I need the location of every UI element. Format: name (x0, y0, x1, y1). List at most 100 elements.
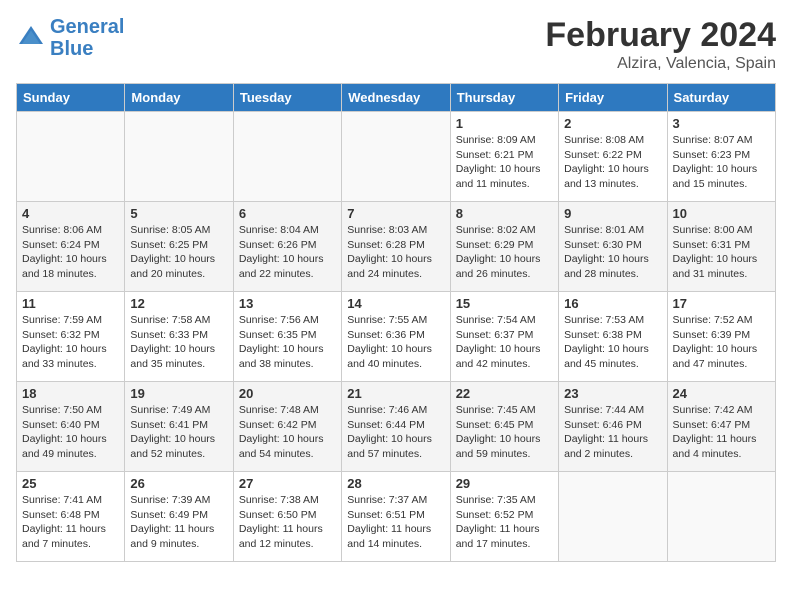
col-tuesday: Tuesday (233, 84, 341, 112)
calendar-cell: 13 Sunrise: 7:56 AM Sunset: 6:35 PM Dayli… (233, 292, 341, 382)
day-info: Sunrise: 8:02 AM Sunset: 6:29 PM Dayligh… (456, 223, 553, 282)
day-number: 20 (239, 386, 336, 401)
day-info: Sunrise: 8:06 AM Sunset: 6:24 PM Dayligh… (22, 223, 119, 282)
col-friday: Friday (559, 84, 667, 112)
logo-line1: General (50, 16, 124, 38)
day-number: 15 (456, 296, 553, 311)
day-number: 23 (564, 386, 661, 401)
day-number: 8 (456, 206, 553, 221)
calendar-week-1: 1 Sunrise: 8:09 AM Sunset: 6:21 PM Daylig… (17, 112, 776, 202)
calendar-cell: 23 Sunrise: 7:44 AM Sunset: 6:46 PM Dayli… (559, 382, 667, 472)
day-number: 16 (564, 296, 661, 311)
day-number: 12 (130, 296, 227, 311)
calendar-cell: 20Sunrise: 7:48 AM Sunset: 6:42 PM Dayli… (233, 382, 341, 472)
logo-text: General Blue (50, 16, 124, 60)
day-number: 7 (347, 206, 444, 221)
day-info: Sunrise: 8:00 AM Sunset: 6:31 PM Dayligh… (673, 223, 770, 282)
day-number: 13 (239, 296, 336, 311)
calendar-week-3: 11Sunrise: 7:59 AM Sunset: 6:32 PM Dayli… (17, 292, 776, 382)
col-saturday: Saturday (667, 84, 775, 112)
day-info: Sunrise: 7:49 AM Sunset: 6:41 PM Dayligh… (130, 403, 227, 462)
calendar-cell: 12 Sunrise: 7:58 AM Sunset: 6:33 PM Dayli… (125, 292, 233, 382)
calendar-cell: 21 Sunrise: 7:46 AM Sunset: 6:44 PM Dayli… (342, 382, 450, 472)
day-number: 17 (673, 296, 770, 311)
day-number: 5 (130, 206, 227, 221)
calendar-cell (233, 112, 341, 202)
day-number: 26 (130, 476, 227, 491)
calendar-cell (342, 112, 450, 202)
calendar-cell: 6 Sunrise: 8:04 AM Sunset: 6:26 PM Daylig… (233, 202, 341, 292)
day-info: Sunrise: 7:55 AM Sunset: 6:36 PM Dayligh… (347, 313, 444, 372)
day-info: Sunrise: 7:46 AM Sunset: 6:44 PM Dayligh… (347, 403, 444, 462)
day-number: 21 (347, 386, 444, 401)
day-info: Sunrise: 7:50 AM Sunset: 6:40 PM Dayligh… (22, 403, 119, 462)
day-info: Sunrise: 7:39 AM Sunset: 6:49 PM Dayligh… (130, 493, 227, 552)
day-info: Sunrise: 8:04 AM Sunset: 6:26 PM Dayligh… (239, 223, 336, 282)
col-wednesday: Wednesday (342, 84, 450, 112)
calendar-cell: 28 Sunrise: 7:37 AM Sunset: 6:51 PM Dayli… (342, 472, 450, 562)
calendar-week-2: 4 Sunrise: 8:06 AM Sunset: 6:24 PM Daylig… (17, 202, 776, 292)
day-info: Sunrise: 8:08 AM Sunset: 6:22 PM Dayligh… (564, 133, 661, 192)
day-number: 14 (347, 296, 444, 311)
calendar-cell: 25 Sunrise: 7:41 AM Sunset: 6:48 PM Dayli… (17, 472, 125, 562)
month-year-title: February 2024 (545, 16, 776, 55)
calendar-cell: 27 Sunrise: 7:38 AM Sunset: 6:50 PM Dayli… (233, 472, 341, 562)
calendar-cell: 11Sunrise: 7:59 AM Sunset: 6:32 PM Dayli… (17, 292, 125, 382)
day-number: 18 (22, 386, 119, 401)
calendar-header: Sunday Monday Tuesday Wednesday Thursday… (17, 84, 776, 112)
day-info: Sunrise: 7:44 AM Sunset: 6:46 PM Dayligh… (564, 403, 661, 462)
day-info: Sunrise: 8:09 AM Sunset: 6:21 PM Dayligh… (456, 133, 553, 192)
day-info: Sunrise: 7:41 AM Sunset: 6:48 PM Dayligh… (22, 493, 119, 552)
day-number: 25 (22, 476, 119, 491)
calendar-cell: 14 Sunrise: 7:55 AM Sunset: 6:36 PM Dayli… (342, 292, 450, 382)
calendar-week-5: 25 Sunrise: 7:41 AM Sunset: 6:48 PM Dayli… (17, 472, 776, 562)
day-info: Sunrise: 7:58 AM Sunset: 6:33 PM Dayligh… (130, 313, 227, 372)
calendar-cell: 18 Sunrise: 7:50 AM Sunset: 6:40 PM Dayli… (17, 382, 125, 472)
calendar-cell: 24 Sunrise: 7:42 AM Sunset: 6:47 PM Dayli… (667, 382, 775, 472)
day-info: Sunrise: 7:42 AM Sunset: 6:47 PM Dayligh… (673, 403, 770, 462)
day-info: Sunrise: 7:45 AM Sunset: 6:45 PM Dayligh… (456, 403, 553, 462)
header: General Blue February 2024 Alzira, Valen… (16, 16, 776, 73)
logo: General Blue (16, 16, 124, 60)
col-sunday: Sunday (17, 84, 125, 112)
calendar-cell: 2Sunrise: 8:08 AM Sunset: 6:22 PM Daylig… (559, 112, 667, 202)
day-number: 6 (239, 206, 336, 221)
day-number: 9 (564, 206, 661, 221)
calendar-cell: 15Sunrise: 7:54 AM Sunset: 6:37 PM Dayli… (450, 292, 558, 382)
calendar-week-4: 18 Sunrise: 7:50 AM Sunset: 6:40 PM Dayli… (17, 382, 776, 472)
day-number: 27 (239, 476, 336, 491)
day-number: 29 (456, 476, 553, 491)
calendar-body: 1 Sunrise: 8:09 AM Sunset: 6:21 PM Daylig… (17, 112, 776, 562)
day-info: Sunrise: 7:37 AM Sunset: 6:51 PM Dayligh… (347, 493, 444, 552)
calendar-cell: 19 Sunrise: 7:49 AM Sunset: 6:41 PM Dayli… (125, 382, 233, 472)
day-info: Sunrise: 7:38 AM Sunset: 6:50 PM Dayligh… (239, 493, 336, 552)
calendar-cell: 9Sunrise: 8:01 AM Sunset: 6:30 PM Daylig… (559, 202, 667, 292)
day-number: 11 (22, 296, 119, 311)
logo-line2: Blue (50, 38, 93, 60)
day-number: 24 (673, 386, 770, 401)
day-number: 1 (456, 116, 553, 131)
calendar-cell (17, 112, 125, 202)
calendar-cell: 10 Sunrise: 8:00 AM Sunset: 6:31 PM Dayli… (667, 202, 775, 292)
day-info: Sunrise: 7:52 AM Sunset: 6:39 PM Dayligh… (673, 313, 770, 372)
calendar-cell: 5 Sunrise: 8:05 AM Sunset: 6:25 PM Daylig… (125, 202, 233, 292)
day-info: Sunrise: 8:03 AM Sunset: 6:28 PM Dayligh… (347, 223, 444, 282)
logo-icon (16, 23, 46, 53)
location-subtitle: Alzira, Valencia, Spain (545, 55, 776, 73)
day-info: Sunrise: 7:56 AM Sunset: 6:35 PM Dayligh… (239, 313, 336, 372)
day-number: 22 (456, 386, 553, 401)
day-number: 28 (347, 476, 444, 491)
col-monday: Monday (125, 84, 233, 112)
calendar-cell (559, 472, 667, 562)
day-number: 3 (673, 116, 770, 131)
calendar-cell: 17 Sunrise: 7:52 AM Sunset: 6:39 PM Dayli… (667, 292, 775, 382)
day-number: 19 (130, 386, 227, 401)
day-number: 10 (673, 206, 770, 221)
day-info: Sunrise: 7:35 AM Sunset: 6:52 PM Dayligh… (456, 493, 553, 552)
day-number: 4 (22, 206, 119, 221)
day-info: Sunrise: 8:05 AM Sunset: 6:25 PM Dayligh… (130, 223, 227, 282)
calendar-table: Sunday Monday Tuesday Wednesday Thursday… (16, 83, 776, 562)
title-area: February 2024 Alzira, Valencia, Spain (545, 16, 776, 73)
day-info: Sunrise: 7:53 AM Sunset: 6:38 PM Dayligh… (564, 313, 661, 372)
day-info: Sunrise: 8:07 AM Sunset: 6:23 PM Dayligh… (673, 133, 770, 192)
